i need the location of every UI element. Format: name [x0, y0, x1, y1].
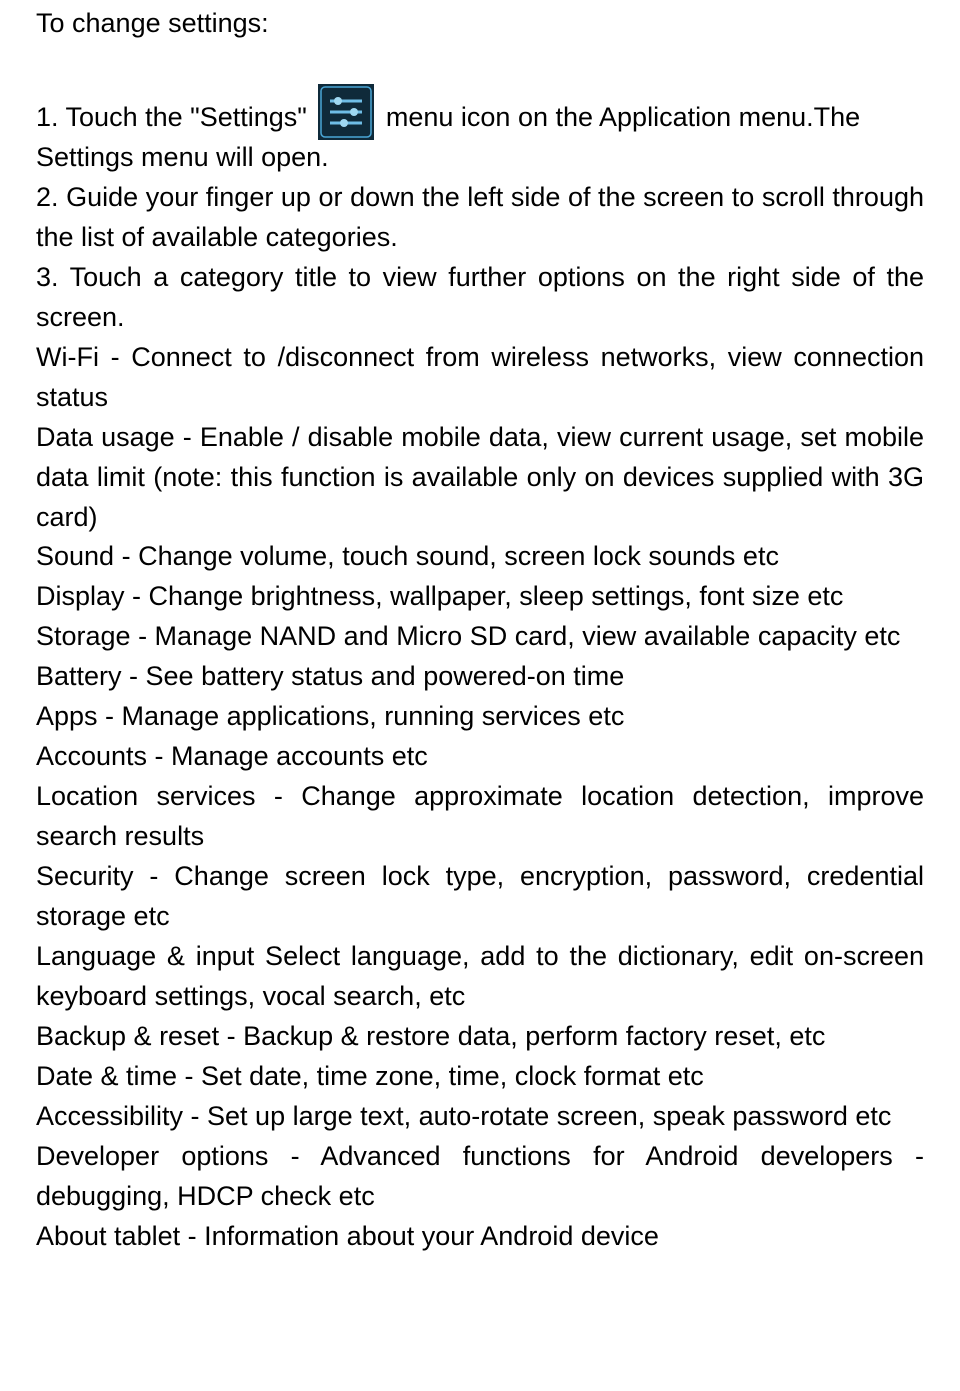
step-1: 1. Touch the "Settings" menu icon on the…: [36, 84, 924, 138]
step1-prefix: 1. Touch the "Settings": [36, 102, 307, 132]
settings-icon: [318, 84, 374, 140]
category-date-time: Date & time - Set date, time zone, time,…: [36, 1057, 924, 1097]
category-about-tablet: About tablet - Information about your An…: [36, 1217, 924, 1257]
category-battery: Battery - See battery status and powered…: [36, 657, 924, 697]
category-backup-reset: Backup & reset - Backup & restore data, …: [36, 1017, 924, 1057]
category-sound: Sound - Change volume, touch sound, scre…: [36, 537, 924, 577]
category-storage: Storage - Manage NAND and Micro SD card,…: [36, 617, 924, 657]
category-data-usage: Data usage - Enable / disable mobile dat…: [36, 418, 924, 538]
step1-line2: Settings menu will open.: [36, 138, 924, 178]
category-language-input: Language & input Select language, add to…: [36, 937, 924, 1017]
category-security: Security - Change screen lock type, encr…: [36, 857, 924, 937]
category-wifi: Wi-Fi - Connect to /disconnect from wire…: [36, 338, 924, 418]
step-3: 3. Touch a category title to view furthe…: [36, 258, 924, 338]
category-developer-options: Developer options - Advanced functions f…: [36, 1137, 924, 1217]
category-accounts: Accounts - Manage accounts etc: [36, 737, 924, 777]
step-2: 2. Guide your finger up or down the left…: [36, 178, 924, 258]
heading-text: To change settings:: [36, 4, 924, 44]
category-apps: Apps - Manage applications, running serv…: [36, 697, 924, 737]
step1-suffix: menu icon on the Application menu.The: [386, 102, 860, 132]
category-accessibility: Accessibility - Set up large text, auto-…: [36, 1097, 924, 1137]
category-display: Display - Change brightness, wallpaper, …: [36, 577, 924, 617]
category-location: Location services - Change approximate l…: [36, 777, 924, 857]
